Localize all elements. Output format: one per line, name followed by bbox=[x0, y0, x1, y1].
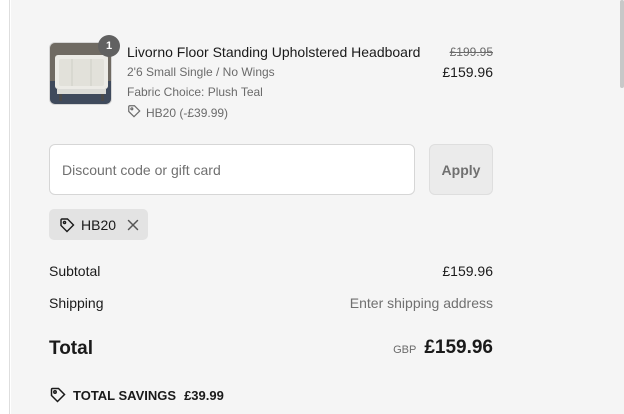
product-title: Livorno Floor Standing Upholstered Headb… bbox=[127, 44, 421, 60]
shipping-label: Shipping bbox=[49, 295, 104, 311]
apply-discount-button[interactable]: Apply bbox=[429, 144, 493, 195]
product-thumbnail-wrap: 1 bbox=[49, 35, 120, 105]
subtotal-value: £159.96 bbox=[442, 263, 493, 279]
total-price: GBP £159.96 bbox=[393, 337, 493, 359]
tag-icon bbox=[127, 104, 141, 121]
close-icon[interactable] bbox=[125, 217, 141, 233]
applied-code-label: HB20 bbox=[81, 216, 117, 233]
savings-amount: £39.99 bbox=[184, 387, 224, 403]
shipping-value: Enter shipping address bbox=[349, 295, 493, 311]
savings-label: TOTAL SAVINGS bbox=[73, 387, 177, 403]
discounted-price: £159.96 bbox=[442, 64, 493, 80]
total-amount: £159.96 bbox=[424, 337, 493, 358]
savings-tag-icon bbox=[49, 386, 67, 404]
left-content-edge bbox=[0, 0, 10, 414]
quantity-badge: 1 bbox=[98, 35, 120, 57]
product-fabric: Fabric Choice: Plush Teal bbox=[127, 85, 263, 99]
total-savings: TOTAL SAVINGS £39.99 bbox=[49, 386, 224, 404]
tag-icon bbox=[59, 217, 75, 233]
original-price: £199.95 bbox=[449, 45, 493, 59]
applied-discount-chip: HB20 bbox=[49, 209, 148, 240]
subtotal-label: Subtotal bbox=[49, 263, 101, 279]
scrollbar[interactable] bbox=[620, 0, 624, 88]
item-discount-text: HB20 (-£39.99) bbox=[146, 105, 229, 120]
discount-code-input[interactable] bbox=[49, 144, 415, 195]
item-discount-line: HB20 (-£39.99) bbox=[127, 104, 228, 121]
currency-code: GBP bbox=[393, 344, 417, 356]
product-variant: 2'6 Small Single / No Wings bbox=[127, 65, 275, 79]
total-label: Total bbox=[49, 338, 93, 359]
